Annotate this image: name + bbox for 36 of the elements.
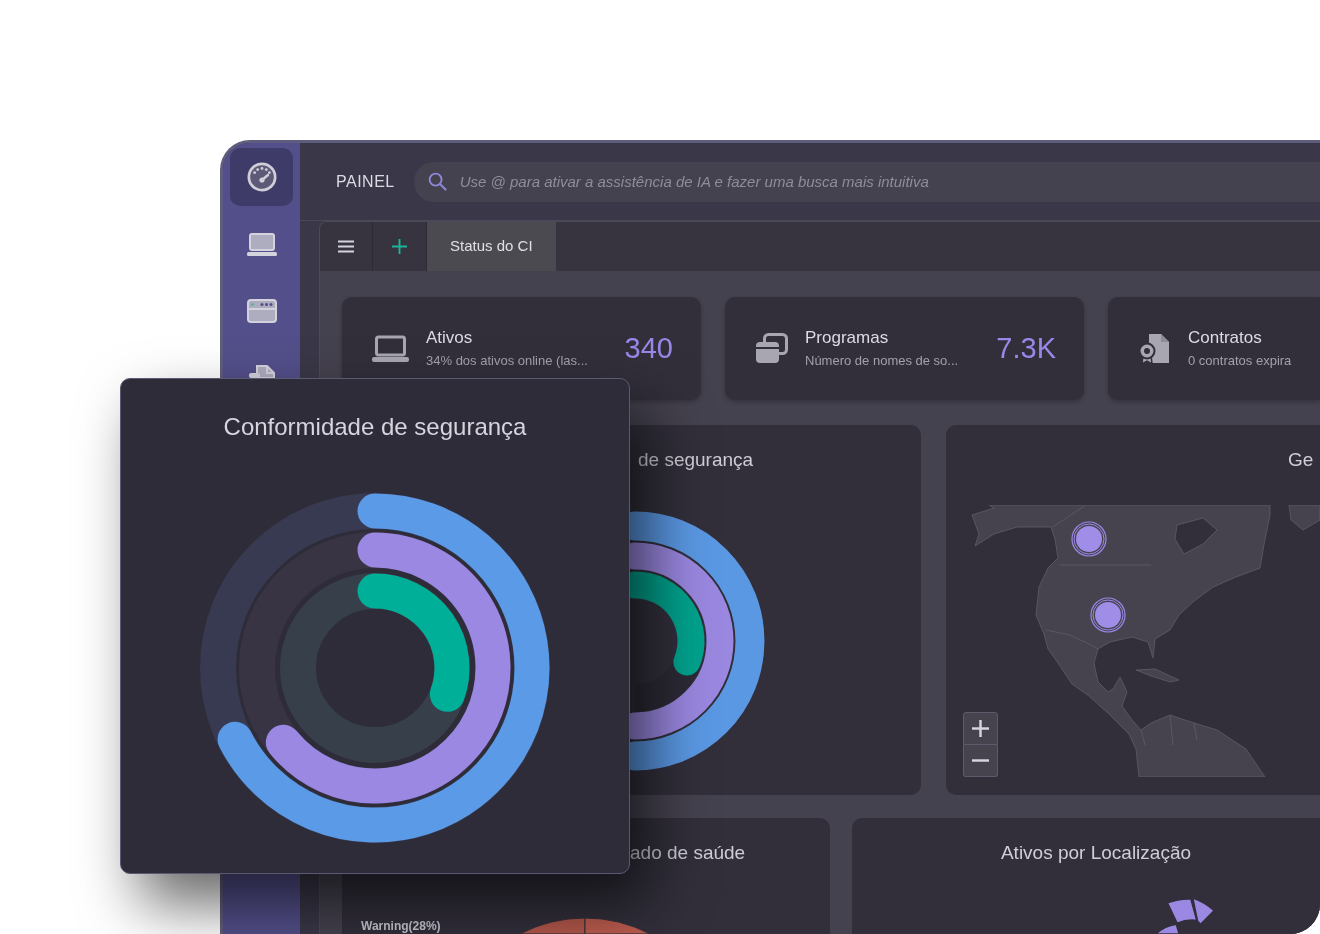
laptop-icon [246,232,277,256]
panel-title: Ativos por Localização [1000,842,1192,864]
search-field[interactable]: Use @ para ativar a assistência de IA e fazer uma busca mais intuitiva [413,161,1320,202]
card-title: Conformidade de segurança [223,413,527,441]
tab[interactable]: Status do CI [427,222,556,271]
server-icon [246,299,277,323]
legend-label: Warning(28%) [361,919,442,933]
stat-value: 7.3K [996,330,1056,366]
polar-segment [1192,897,1215,925]
laptop-icon [372,334,409,363]
stat-title: Ativos [426,327,474,349]
gauge-icon [246,162,277,192]
zoom-out-button[interactable] [963,745,998,777]
landmass [1288,505,1320,531]
menu-icon [338,240,354,253]
stat-title: Contratos [1188,327,1263,349]
stat-value: 340 [624,330,673,366]
map-marker[interactable] [1071,521,1107,557]
stat-subtitle: 34% dos ativos online (las... [426,352,589,370]
panel-title: Ge [1288,449,1314,471]
plus-icon [972,720,989,737]
panel-title: de segurança [638,449,754,471]
island [1135,668,1180,683]
search-icon [427,171,447,191]
stat-subtitle: 0 contratos expira [1188,352,1292,370]
zoom-in-button[interactable] [963,712,998,745]
stat-title: Programas [805,327,890,349]
page-title: PAINEL [336,171,395,192]
stacked-windows-icon [755,333,788,364]
stat-subtitle: Número de nomes de so... [805,352,960,370]
map-marker[interactable] [1090,597,1126,633]
plus-icon [392,239,407,254]
panel-title: ado de saúde [630,842,746,864]
sidebar-item[interactable] [230,148,293,206]
minus-icon [972,759,989,762]
certificate-document-icon [1138,332,1171,365]
